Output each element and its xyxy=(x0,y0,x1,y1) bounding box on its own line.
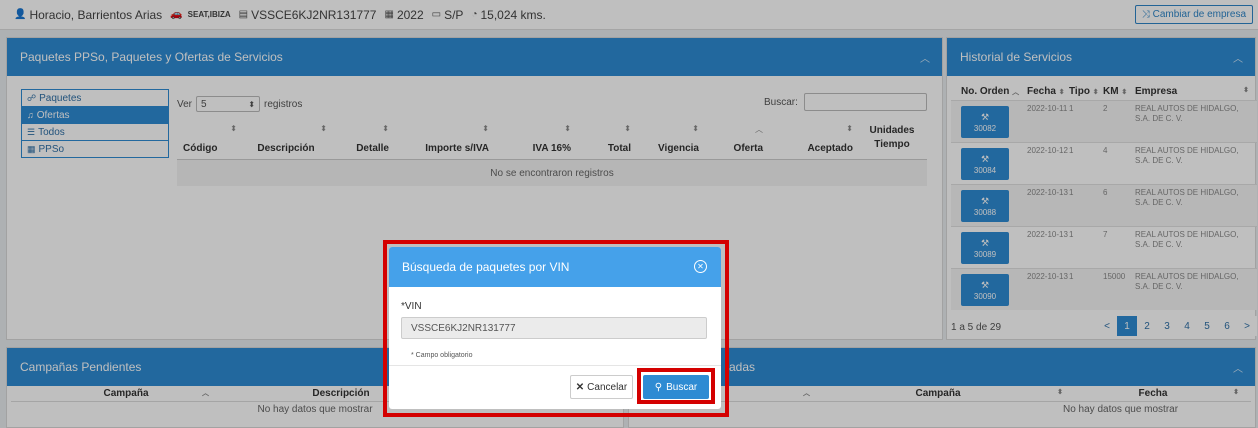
search-button-highlight xyxy=(637,368,715,404)
vin-input[interactable]: VSSCE6KJ2NR131777 xyxy=(401,317,707,339)
close-icon[interactable]: ✕ xyxy=(694,260,707,273)
required-note: * Campo obligatorio xyxy=(411,352,473,359)
cancel-button[interactable]: ✕ Cancelar xyxy=(570,375,633,399)
modal-header: Búsqueda de paquetes por VIN ✕ xyxy=(389,247,721,287)
vin-label: *VIN xyxy=(401,301,422,312)
close-icon: ✕ xyxy=(575,381,585,393)
modal-title: Búsqueda de paquetes por VIN xyxy=(402,260,570,274)
modal-body: *VIN VSSCE6KJ2NR131777 * Campo obligator… xyxy=(389,287,721,359)
